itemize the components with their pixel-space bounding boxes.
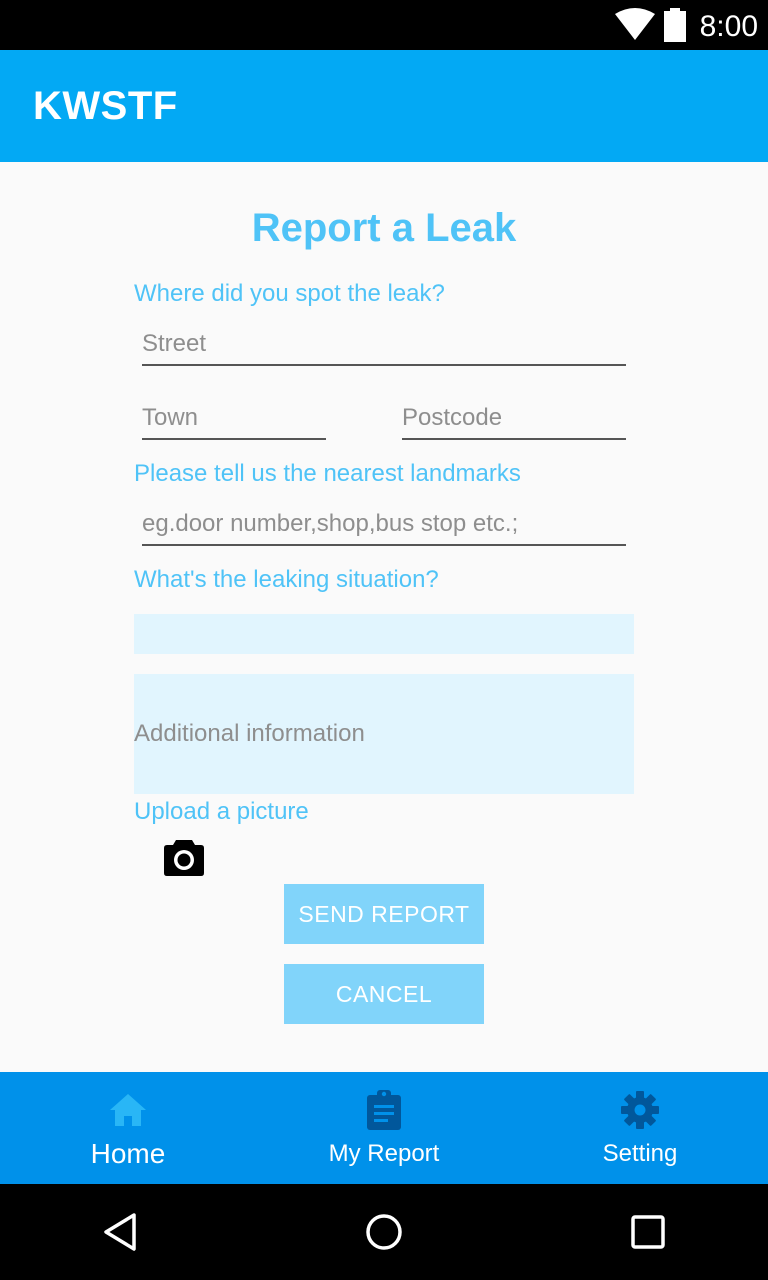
battery-icon: [664, 8, 686, 42]
nav-label-home: Home: [90, 1138, 166, 1169]
street-input[interactable]: [142, 330, 626, 358]
situation-dropdown[interactable]: [134, 614, 634, 654]
wifi-icon: [615, 8, 655, 40]
status-time: 8:00: [699, 10, 758, 43]
additional-info-input[interactable]: [134, 674, 634, 794]
town-input[interactable]: [142, 404, 326, 432]
camera-icon[interactable]: [164, 840, 204, 876]
nav-item-setting[interactable]: Setting: [512, 1072, 768, 1184]
recents-icon[interactable]: [628, 1212, 668, 1252]
nav-label-my-report: My Report: [328, 1140, 440, 1167]
landmarks-label: Please tell us the nearest landmarks: [134, 460, 521, 487]
status-bar: 8:00: [0, 0, 768, 50]
location-label: Where did you spot the leak?: [134, 280, 445, 307]
nav-label-setting: Setting: [602, 1140, 678, 1167]
system-navigation-bar: [0, 1184, 768, 1280]
cancel-button[interactable]: CANCEL: [284, 964, 484, 1024]
app-title: KWSTF: [33, 84, 178, 128]
clipboard-icon: [367, 1090, 401, 1130]
back-icon[interactable]: [100, 1212, 140, 1252]
circle-home-icon[interactable]: [364, 1212, 404, 1252]
nav-item-home[interactable]: Home: [0, 1072, 256, 1184]
gear-icon: [621, 1091, 659, 1129]
town-field[interactable]: [142, 404, 326, 440]
home-icon: [110, 1094, 146, 1126]
upload-label: Upload a picture: [134, 798, 309, 825]
situation-label: What's the leaking situation?: [134, 566, 439, 593]
postcode-input[interactable]: [402, 404, 626, 432]
page-title: Report a Leak: [251, 206, 517, 250]
street-field[interactable]: [142, 330, 626, 366]
postcode-field[interactable]: [402, 404, 626, 440]
nav-item-my-report[interactable]: My Report: [256, 1072, 512, 1184]
app-bar: KWSTF: [0, 50, 768, 162]
landmarks-field[interactable]: [142, 510, 626, 546]
additional-info-box[interactable]: [134, 674, 634, 794]
send-report-button[interactable]: SEND REPORT: [284, 884, 484, 944]
landmarks-input[interactable]: [142, 510, 626, 538]
bottom-navigation: Home My Report Setting: [0, 1072, 768, 1184]
